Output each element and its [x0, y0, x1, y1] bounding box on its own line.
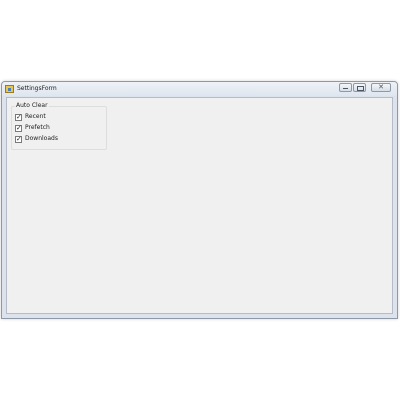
minimize-button[interactable] [339, 83, 352, 92]
close-icon: ✕ [378, 83, 384, 91]
maximize-icon [357, 86, 364, 91]
settings-window: SettingsForm ✕ Auto Clear ✓ Recent ✓ Pre… [1, 81, 398, 319]
minimize-icon [343, 88, 348, 89]
auto-clear-title: Auto Clear [15, 102, 49, 110]
window-title: SettingsForm [17, 85, 57, 92]
form-client-area: Auto Clear ✓ Recent ✓ Prefetch ✓ Downloa… [6, 97, 393, 314]
downloads-label[interactable]: Downloads [25, 135, 58, 143]
title-bar[interactable]: SettingsForm ✕ [2, 82, 397, 96]
recent-check-icon: ✓ [16, 112, 22, 121]
downloads-option[interactable]: ✓ Downloads [15, 135, 58, 143]
prefetch-check-icon: ✓ [16, 123, 22, 132]
downloads-check-icon: ✓ [16, 134, 22, 143]
caption-buttons: ✕ [339, 83, 391, 92]
recent-checkbox[interactable]: ✓ [15, 112, 22, 121]
recent-label[interactable]: Recent [25, 113, 46, 121]
app-icon[interactable] [5, 85, 14, 93]
prefetch-option[interactable]: ✓ Prefetch [15, 124, 50, 132]
downloads-checkbox[interactable]: ✓ [15, 134, 22, 143]
recent-option[interactable]: ✓ Recent [15, 113, 46, 121]
maximize-button[interactable] [353, 83, 366, 92]
close-button[interactable]: ✕ [371, 83, 391, 92]
auto-clear-groupbox: Auto Clear ✓ Recent ✓ Prefetch ✓ Downloa… [11, 102, 107, 150]
prefetch-checkbox[interactable]: ✓ [15, 123, 22, 132]
prefetch-label[interactable]: Prefetch [25, 124, 50, 132]
